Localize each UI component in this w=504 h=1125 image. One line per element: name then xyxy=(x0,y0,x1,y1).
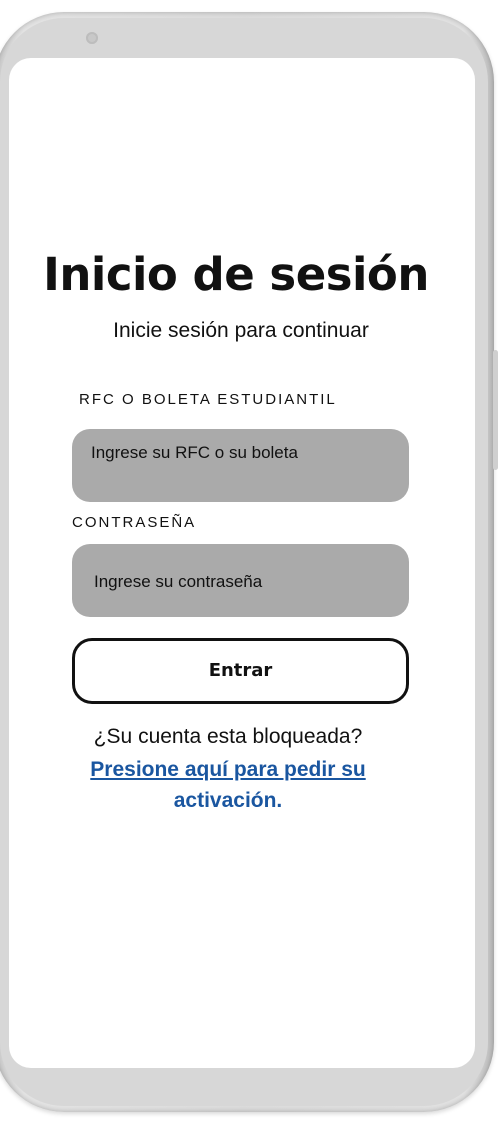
password-field-label: CONTRASEÑA xyxy=(72,514,197,531)
activation-link[interactable]: Presione aquí para pedir su activación. xyxy=(86,754,370,816)
account-locked-text: ¿Su cuenta esta bloqueada? xyxy=(93,725,363,748)
submit-button[interactable]: Entrar xyxy=(72,638,409,704)
page-subtitle: Inicie sesión para continuar xyxy=(113,319,369,342)
rfc-field-label: RFC O BOLETA ESTUDIANTIL xyxy=(79,391,337,408)
activation-link-text-end[interactable]: activación. xyxy=(174,789,283,812)
page-title: Inicio de sesión xyxy=(43,248,429,301)
password-input[interactable] xyxy=(72,544,409,617)
activation-link-text[interactable]: Presione aquí para pedir su xyxy=(90,758,365,781)
rfc-input[interactable] xyxy=(72,429,409,502)
camera-icon xyxy=(86,32,98,44)
phone-side-button xyxy=(493,350,498,470)
